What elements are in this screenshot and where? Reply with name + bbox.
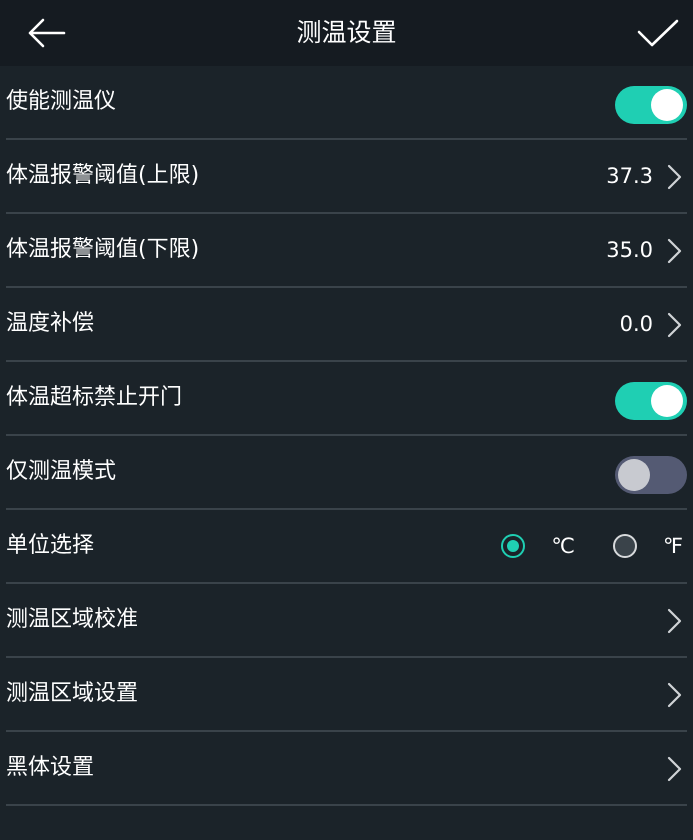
setting-alarm-lower[interactable]: 体温报警阈值(下限) 35.0 xyxy=(6,214,687,288)
chevron-right-icon xyxy=(667,238,682,264)
setting-area-settings[interactable]: 测温区域设置 xyxy=(6,658,687,732)
confirm-button[interactable] xyxy=(633,12,683,54)
setting-area-calibration[interactable]: 测温区域校准 xyxy=(6,584,687,658)
chevron-right-icon xyxy=(667,756,682,782)
setting-label: 体温超标禁止开门 xyxy=(6,385,183,410)
setting-label: 黑体设置 xyxy=(6,755,95,780)
setting-unit-select: 单位选择 ℃ ℉ xyxy=(6,510,687,584)
setting-alarm-upper[interactable]: 体温报警阈值(上限) 37.3 xyxy=(6,140,687,214)
setting-temp-compensation[interactable]: 温度补偿 0.0 xyxy=(6,288,687,362)
settings-list: 使能测温仪 体温报警阈值(上限) 37.3 体温报警阈值(下限) 35.0 温度… xyxy=(0,66,693,806)
check-icon xyxy=(637,19,679,47)
unit-fahrenheit-label[interactable]: ℉ xyxy=(663,534,683,558)
page-title: 测温设置 xyxy=(296,18,397,47)
setting-label: 体温报警阈值(下限) xyxy=(6,237,200,262)
setting-value: 0.0 xyxy=(619,312,653,336)
toggle-knob xyxy=(618,459,650,491)
setting-label: 仅测温模式 xyxy=(6,459,117,484)
setting-blackbody[interactable]: 黑体设置 xyxy=(6,732,687,806)
chevron-right-icon xyxy=(667,682,682,708)
setting-enable-thermometer: 使能测温仪 xyxy=(6,66,687,140)
setting-value: 35.0 xyxy=(606,238,653,262)
setting-temp-only-mode: 仅测温模式 xyxy=(6,436,687,510)
unit-celsius-radio[interactable] xyxy=(501,534,526,558)
temp-only-mode-toggle[interactable] xyxy=(615,456,687,494)
header-bar: 测温设置 xyxy=(0,0,693,66)
setting-label: 测温区域校准 xyxy=(6,607,139,632)
toggle-knob xyxy=(651,385,683,417)
setting-label: 单位选择 xyxy=(6,533,95,558)
setting-value: 37.3 xyxy=(606,164,653,188)
setting-label: 测温区域设置 xyxy=(6,681,139,706)
chevron-right-icon xyxy=(667,312,682,338)
chevron-right-icon xyxy=(667,608,682,634)
chevron-right-icon xyxy=(667,164,682,190)
setting-block-door-over-temp: 体温超标禁止开门 xyxy=(6,362,687,436)
unit-celsius-label[interactable]: ℃ xyxy=(551,534,575,558)
setting-label: 使能测温仪 xyxy=(6,89,117,114)
enable-thermometer-toggle[interactable] xyxy=(615,86,687,124)
unit-fahrenheit-radio[interactable] xyxy=(613,534,637,558)
setting-label: 体温报警阈值(上限) xyxy=(6,163,200,188)
block-door-toggle[interactable] xyxy=(615,382,687,420)
toggle-knob xyxy=(651,89,683,121)
setting-label: 温度补偿 xyxy=(6,311,95,336)
unit-radio-group: ℃ ℉ xyxy=(501,510,683,582)
